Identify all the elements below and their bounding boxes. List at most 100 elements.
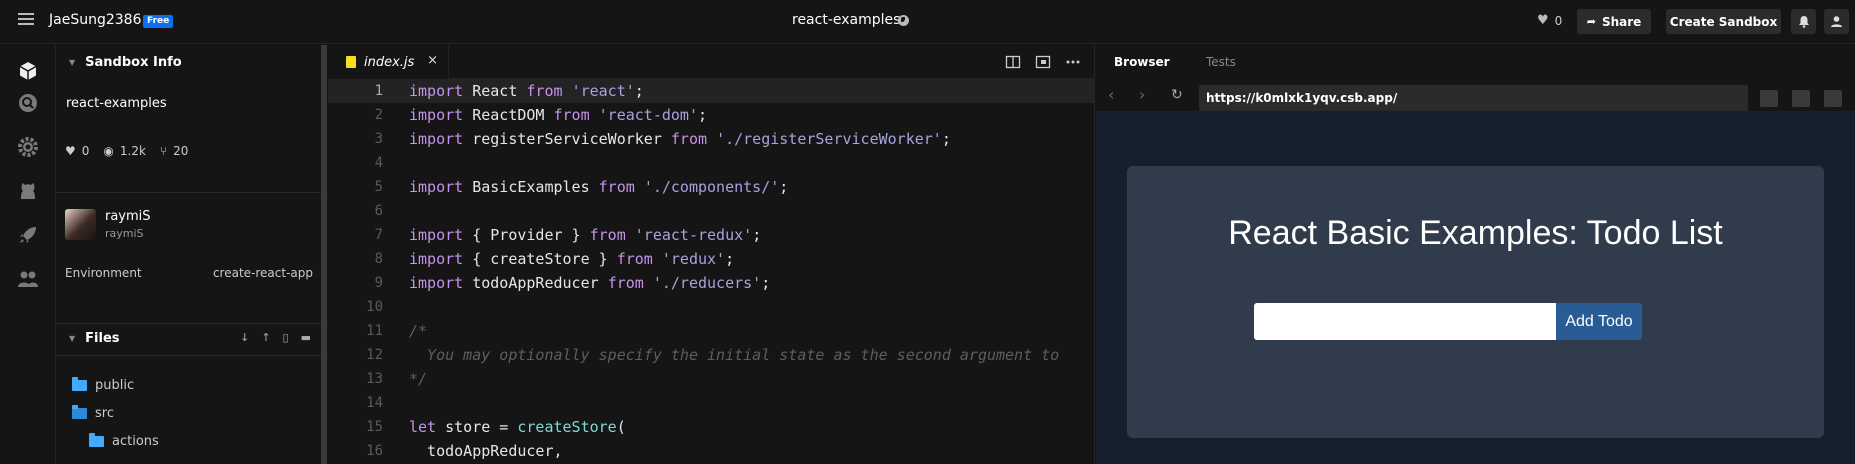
code-line[interactable]: 2 import ReactDOM from 'react-dom'; [328, 103, 1095, 127]
open-window-icon[interactable] [1792, 90, 1810, 107]
new-file-icon[interactable]: ▯ [283, 331, 289, 344]
share-button[interactable]: ➦ Share [1577, 9, 1651, 34]
code-line[interactable]: 6 [328, 199, 1095, 223]
tab-index-js[interactable]: index.js × [328, 45, 449, 79]
code-token: './registerServiceWorker' [716, 130, 942, 148]
code-line[interactable]: 10 [328, 295, 1095, 319]
user-name[interactable]: JaeSung2386 [49, 12, 141, 28]
line-source: import React from 'react'; [409, 79, 644, 103]
code-token: ReactDOM [463, 106, 554, 124]
code-line[interactable]: 8 import { createStore } from 'redux'; [328, 247, 1095, 271]
code-line[interactable]: 16 todoAppReducer, [328, 439, 1095, 463]
plan-badge: Free [143, 15, 174, 28]
code-token: todoAppReducer, [409, 442, 563, 460]
todo-input[interactable] [1254, 303, 1556, 340]
search-icon[interactable] [16, 91, 40, 115]
divider [57, 355, 321, 356]
line-number: 15 [366, 419, 383, 435]
fullscreen-icon[interactable] [1824, 90, 1842, 107]
line-source: */ [409, 367, 427, 391]
file-item-public[interactable]: public [72, 375, 134, 395]
file-item-src[interactable]: src [72, 403, 114, 423]
sidebar-resize-handle[interactable] [321, 45, 327, 464]
file-item-actions[interactable]: actions [89, 431, 159, 451]
author-handle: raymiS [105, 227, 144, 240]
download-icon[interactable]: ↓ [240, 331, 249, 344]
code-token: import [409, 106, 464, 124]
code-token: registerServiceWorker [463, 130, 671, 148]
forward-icon[interactable]: › [1139, 85, 1145, 104]
split-view-icon[interactable] [1005, 54, 1021, 70]
globe-icon [898, 15, 909, 26]
code-line[interactable]: 7 import { Provider } from 'react-redux'; [328, 223, 1095, 247]
new-folder-icon[interactable]: ▬ [301, 331, 311, 344]
line-number: 14 [366, 395, 383, 411]
line-source: import todoAppReducer from './reducers'; [409, 271, 770, 295]
files-title: Files [85, 330, 120, 346]
code-line[interactable]: 14 [328, 391, 1095, 415]
url-input[interactable] [1199, 85, 1748, 111]
like-counter[interactable]: ♥ 0 [1537, 13, 1562, 28]
code-area[interactable]: 1 import React from 'react'; 2 import React… [328, 79, 1095, 464]
code-token: You may optionally specify the initial s… [409, 346, 1060, 364]
author-name[interactable]: raymiS [105, 209, 151, 224]
stat-views: ◉ 1.2k [103, 144, 146, 158]
code-line[interactable]: 5 import BasicExamples from './components… [328, 175, 1095, 199]
rocket-icon[interactable] [16, 223, 40, 247]
close-icon[interactable]: × [427, 53, 438, 68]
sandbox-info-header[interactable]: ▼ Sandbox Info [57, 45, 321, 79]
code-line[interactable]: 4 [328, 151, 1095, 175]
upload-icon[interactable]: ↑ [261, 331, 270, 344]
folder-open-icon [72, 404, 87, 419]
line-number: 2 [374, 107, 383, 123]
code-line[interactable]: 1 import React from 'react'; [328, 79, 1095, 103]
eye-icon: ◉ [103, 144, 114, 158]
line-source: let store = createStore( [409, 415, 626, 439]
code-token: './components/' [643, 178, 780, 196]
notifications-button[interactable] [1791, 9, 1816, 34]
preview-icon[interactable] [1035, 54, 1051, 70]
cube-icon[interactable] [16, 59, 40, 83]
github-icon[interactable] [16, 179, 40, 203]
create-sandbox-button[interactable]: Create Sandbox [1666, 9, 1781, 34]
code-token: ; [779, 178, 789, 196]
heart-icon: ♥ [1537, 13, 1549, 28]
code-line[interactable]: 12 You may optionally specify the initia… [328, 343, 1095, 367]
line-source: import registerServiceWorker from './reg… [409, 127, 951, 151]
line-number: 7 [374, 227, 383, 243]
sidebar: ▼ Sandbox Info react-examples ♥ 0 ◉ 1.2k ⑂… [57, 45, 321, 464]
user-menu-button[interactable] [1824, 9, 1849, 34]
code-token: { createStore } [463, 250, 617, 268]
code-token: /* [409, 322, 428, 340]
team-icon[interactable] [16, 267, 40, 291]
code-line[interactable]: 13 */ [328, 367, 1095, 391]
line-number: 13 [366, 371, 383, 387]
line-number: 12 [366, 347, 383, 363]
sandbox-title[interactable]: react-examples [792, 12, 900, 28]
gear-icon[interactable] [16, 135, 40, 159]
tab-browser[interactable]: Browser [1114, 55, 1170, 69]
avatar[interactable] [65, 209, 96, 240]
code-line[interactable]: 11 /* [328, 319, 1095, 343]
line-number: 5 [374, 179, 383, 195]
refresh-icon[interactable]: ↻ [1171, 87, 1183, 103]
back-icon[interactable]: ‹ [1108, 85, 1114, 104]
code-line[interactable]: 3 import registerServiceWorker from './re… [328, 127, 1095, 151]
line-source: import { createStore } from 'redux'; [409, 247, 734, 271]
file-actions: ↓ ↑ ▯ ▬ [240, 331, 311, 344]
code-line[interactable]: 9 import todoAppReducer from './reducers'… [328, 271, 1095, 295]
code-line[interactable]: 15 let store = createStore( [328, 415, 1095, 439]
folder-icon [89, 432, 104, 447]
menu-icon[interactable] [18, 13, 34, 29]
code-token: from [616, 250, 653, 268]
more-icon[interactable] [1065, 54, 1081, 70]
add-todo-button[interactable]: Add Todo [1556, 303, 1642, 340]
devtools-icon[interactable] [1760, 90, 1778, 107]
code-token: ; [634, 82, 644, 100]
tab-tests[interactable]: Tests [1206, 55, 1236, 69]
line-number: 10 [366, 299, 383, 315]
code-token: from [598, 178, 635, 196]
browser-pane: Browser Tests ‹ › ↻ React Basic Examples… [1096, 45, 1855, 464]
